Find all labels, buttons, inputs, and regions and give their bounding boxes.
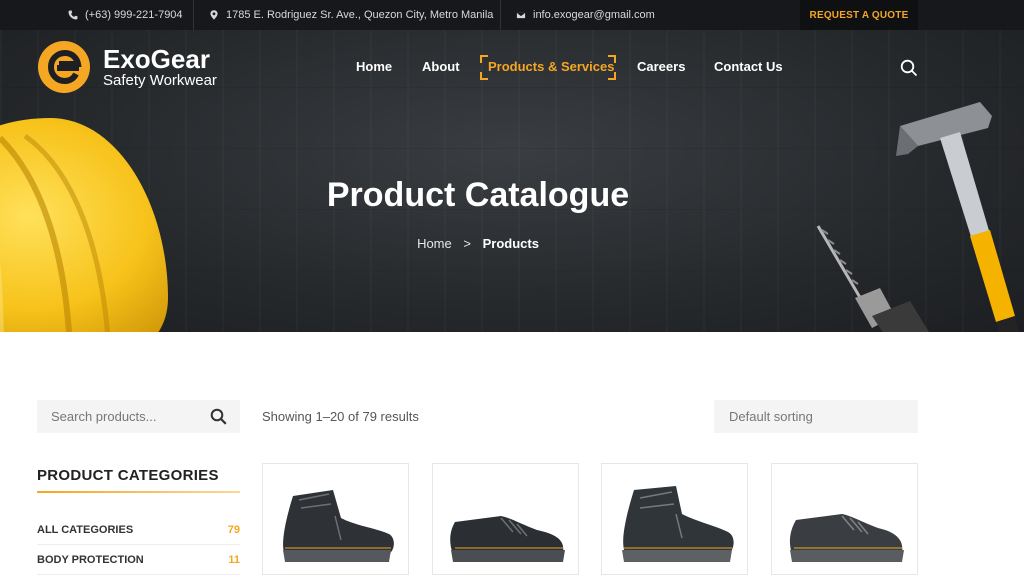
heading-underline [37,491,240,493]
nav-careers[interactable]: Careers [637,56,685,78]
safety-shoe-image [789,514,904,562]
sorting-select[interactable]: Default sorting [714,400,918,433]
safety-shoe-image [450,516,565,562]
chevron-right-icon: > [463,236,471,251]
nav-home[interactable]: Home [356,56,392,78]
hard-hat-image [0,118,168,332]
category-item[interactable]: ALL CATEGORIES 79 [37,515,240,545]
category-label: BODY PROTECTION [37,553,144,566]
hero-banner: ExoGear Safety Workwear Home About Produ… [0,30,1024,332]
search-icon[interactable] [210,408,227,425]
nav-about[interactable]: About [422,56,460,78]
divider [500,0,501,30]
breadcrumb-home[interactable]: Home [417,236,452,251]
search-placeholder: Search products... [51,409,157,424]
categories-heading: PRODUCT CATEGORIES [37,467,219,484]
breadcrumb-current: Products [482,236,539,251]
category-label: ALL CATEGORIES [37,523,134,536]
logo-mark-icon [38,41,90,93]
address-text: 1785 E. Rodriguez Sr. Ave., Quezon City,… [226,9,494,21]
brand-name: ExoGear [103,43,210,74]
product-card[interactable] [601,463,748,575]
category-item[interactable]: BODY PROTECTION 11 [37,545,240,575]
map-pin-icon [210,10,218,20]
results-count: Showing 1–20 of 79 results [262,409,419,424]
email-text: info.exogear@gmail.com [533,9,655,21]
brand-tagline: Safety Workwear [103,71,217,89]
envelope-icon [516,11,526,19]
search-icon[interactable] [900,59,918,77]
product-card[interactable] [771,463,918,575]
divider [193,0,194,30]
brand-logo[interactable]: ExoGear Safety Workwear [37,40,217,94]
request-quote-button[interactable]: REQUEST A QUOTE [800,0,918,30]
safety-boot-image [622,486,734,562]
phone-contact[interactable]: (+63) 999-221-7904 [68,0,183,30]
page-title: Product Catalogue [326,176,630,214]
active-nav-frame [480,55,616,80]
email-contact[interactable]: info.exogear@gmail.com [516,0,655,30]
product-card[interactable] [262,463,409,575]
address-contact: 1785 E. Rodriguez Sr. Ave., Quezon City,… [209,0,493,30]
top-bar: (+63) 999-221-7904 1785 E. Rodriguez Sr.… [0,0,1024,30]
product-card[interactable] [432,463,579,575]
product-search-input[interactable]: Search products... [37,400,240,433]
breadcrumb: Home > Products [0,236,956,251]
nav-contact-us[interactable]: Contact Us [714,56,783,78]
logo-text: ExoGear Safety Workwear [103,46,217,89]
category-count: 11 [228,553,240,566]
category-count: 79 [227,523,240,536]
phone-icon [68,10,78,20]
phone-text: (+63) 999-221-7904 [85,9,183,21]
safety-boot-image [283,490,394,562]
